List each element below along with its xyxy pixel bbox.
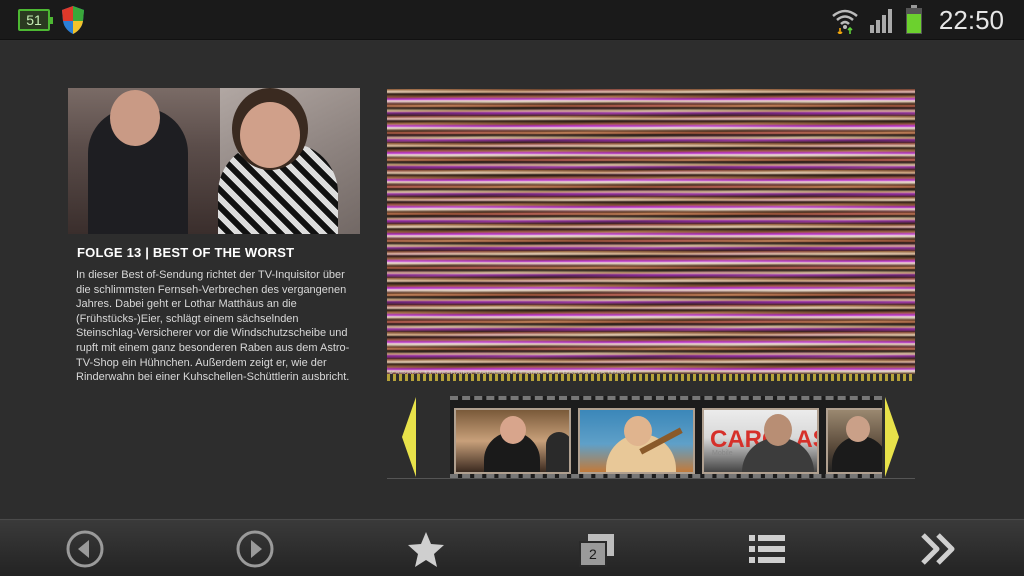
browser-navigation-bar: 2 [0,519,1024,576]
episode-thumbnail[interactable] [68,88,360,234]
frame3-logo-sub: Mobile [712,450,733,457]
battery-icon [905,5,922,34]
bookmarks-button[interactable] [405,528,447,570]
tab-count: 2 [589,546,597,562]
episode-description: In dieser Best of-Sendung richtet der TV… [76,269,350,384]
video-progress-strip[interactable] [387,374,915,381]
menu-list-button[interactable] [746,528,788,570]
filmstrip-next-arrow-icon[interactable] [883,397,901,477]
double-chevron-right-icon [921,533,955,565]
main-content: FOLGE 13 | BEST OF THE WORST In dieser B… [0,41,1024,518]
filmstrip: CARGLASS Mobile [450,396,882,478]
more-button[interactable] [917,528,959,570]
back-arrow-icon [66,530,104,568]
notification-count-badge: 51 [18,9,53,31]
signal-strength-icon [869,9,892,33]
filmstrip-frame-3[interactable]: CARGLASS Mobile [702,408,819,474]
filmstrip-frame-2[interactable] [578,408,695,474]
video-player[interactable]: Kalkofe: Mattscheibe Rekalked | Folge 13… [387,89,915,381]
filmstrip-previous-arrow-icon[interactable] [400,397,418,477]
filmstrip-frame-1[interactable] [454,408,571,474]
clock: 22:50 [938,4,1004,35]
filmstrip-frame-4[interactable] [826,408,882,474]
status-bar: 51 22:50 [0,0,1024,40]
back-button[interactable] [64,528,106,570]
filmstrip-divider [387,478,915,479]
episode-title: FOLGE 13 | BEST OF THE WORST [77,245,295,260]
forward-arrow-icon [236,530,274,568]
star-icon [408,532,444,567]
forward-button[interactable] [234,528,276,570]
tabs-button[interactable]: 2 [575,528,617,570]
wifi-icon [832,9,858,34]
list-menu-icon [749,535,785,563]
security-shield-icon [62,6,84,34]
